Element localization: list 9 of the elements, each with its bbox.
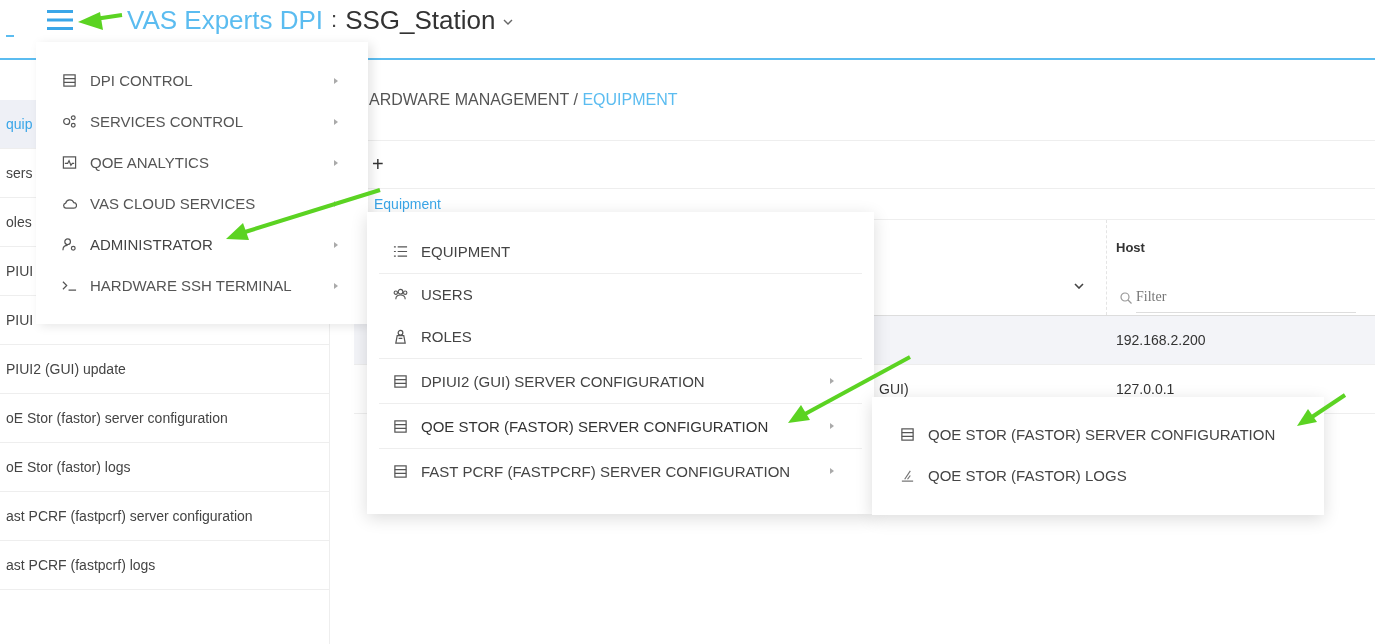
table-cell: 192.168.2.200: [1116, 332, 1206, 348]
table-cell: GUI): [879, 381, 909, 397]
breadcrumb-current: EQUIPMENT: [582, 91, 678, 108]
column-header: Host: [1116, 240, 1145, 255]
breadcrumb-section: ARDWARE MANAGEMENT: [369, 91, 569, 108]
title-separator: :: [331, 7, 338, 33]
table-cell: 127.0.0.1: [1116, 381, 1175, 397]
breadcrumb-divider: /: [573, 91, 578, 108]
app-title: VAS Experts DPI: [127, 4, 324, 36]
